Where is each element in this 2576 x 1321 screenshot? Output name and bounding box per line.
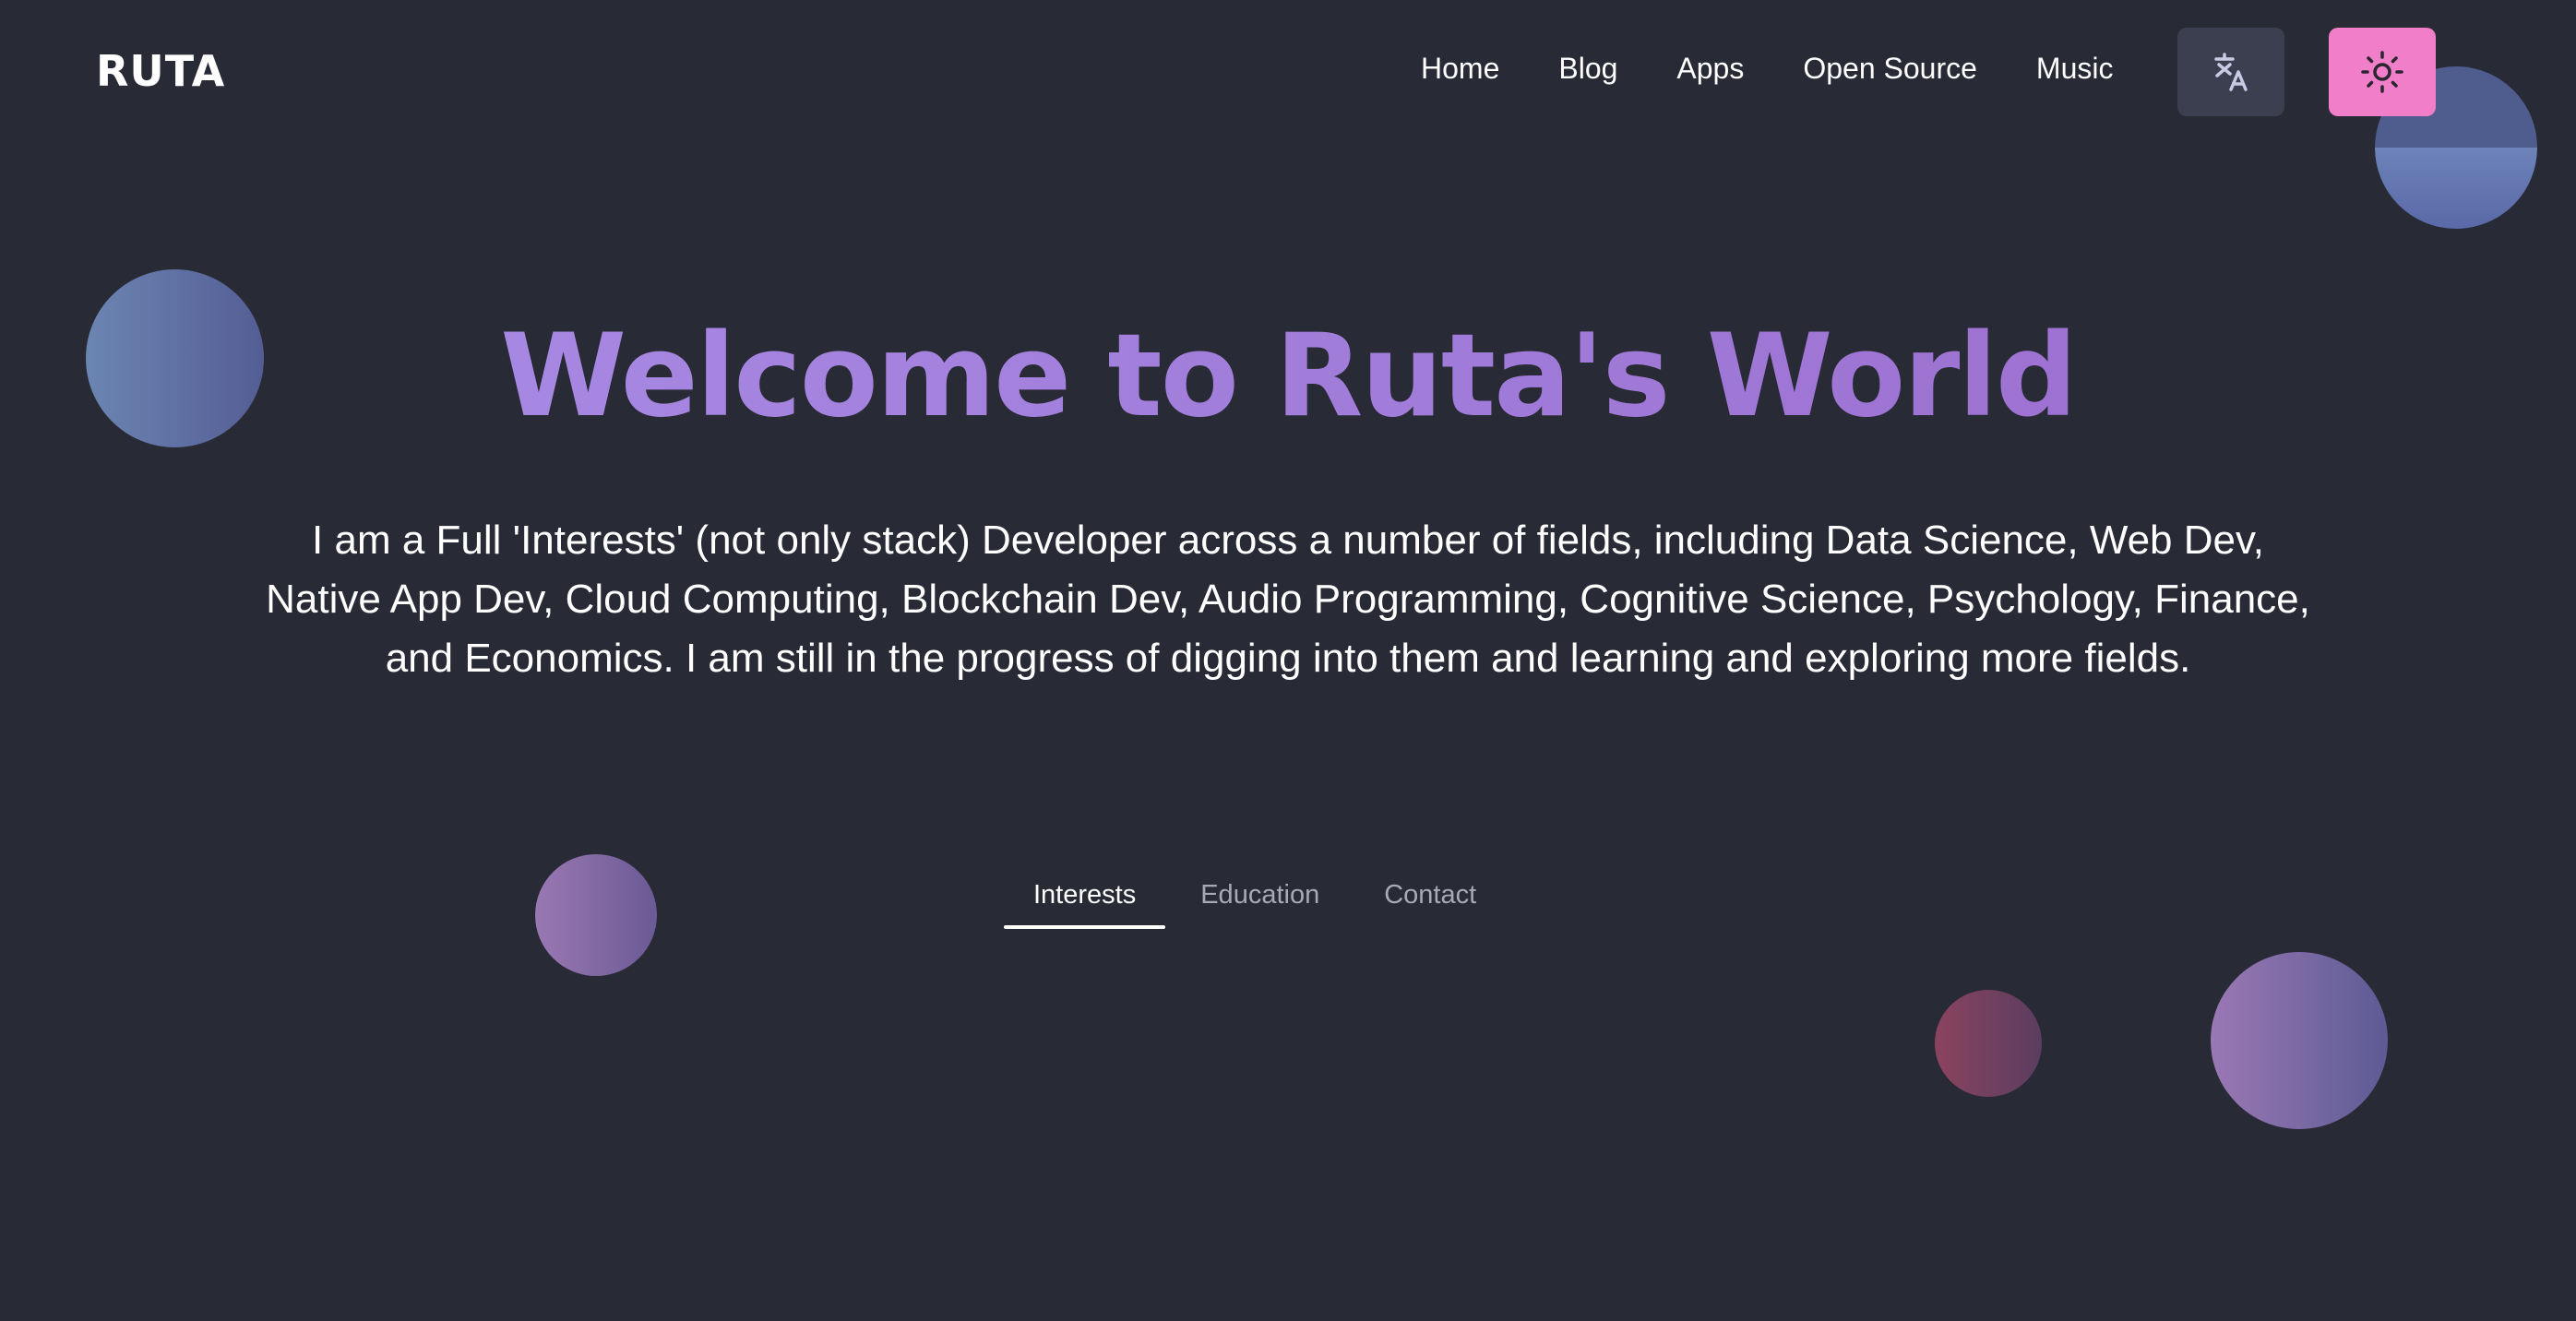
decorative-bubble bbox=[2211, 952, 2388, 1129]
decorative-bubble bbox=[535, 854, 657, 976]
hero-description: I am a Full 'Interests' (not only stack)… bbox=[266, 518, 2310, 681]
main-nav: Home Blog Apps Open Source Music bbox=[1421, 52, 2113, 86]
hero-title: Welcome to Ruta's World bbox=[0, 314, 2576, 440]
nav-apps[interactable]: Apps bbox=[1676, 52, 1744, 86]
tab-education[interactable]: Education bbox=[1171, 867, 1349, 929]
language-button[interactable] bbox=[2177, 28, 2284, 116]
tab-contact[interactable]: Contact bbox=[1354, 867, 1506, 929]
nav-home[interactable]: Home bbox=[1421, 52, 1499, 86]
site-header: RUTA Home Blog Apps Open Source Music bbox=[0, 0, 2576, 148]
tab-interests[interactable]: Interests bbox=[1004, 867, 1166, 929]
nav-blog[interactable]: Blog bbox=[1558, 52, 1617, 86]
section-tabs: Interests Education Contact bbox=[1004, 867, 1506, 929]
nav-music[interactable]: Music bbox=[2036, 52, 2114, 86]
translate-icon bbox=[2214, 53, 2248, 91]
sun-icon bbox=[2361, 51, 2403, 93]
decorative-bubble bbox=[1935, 990, 2042, 1097]
site-logo[interactable]: RUTA bbox=[96, 46, 225, 96]
theme-toggle-button[interactable] bbox=[2329, 28, 2436, 116]
nav-open-source[interactable]: Open Source bbox=[1803, 52, 1977, 86]
